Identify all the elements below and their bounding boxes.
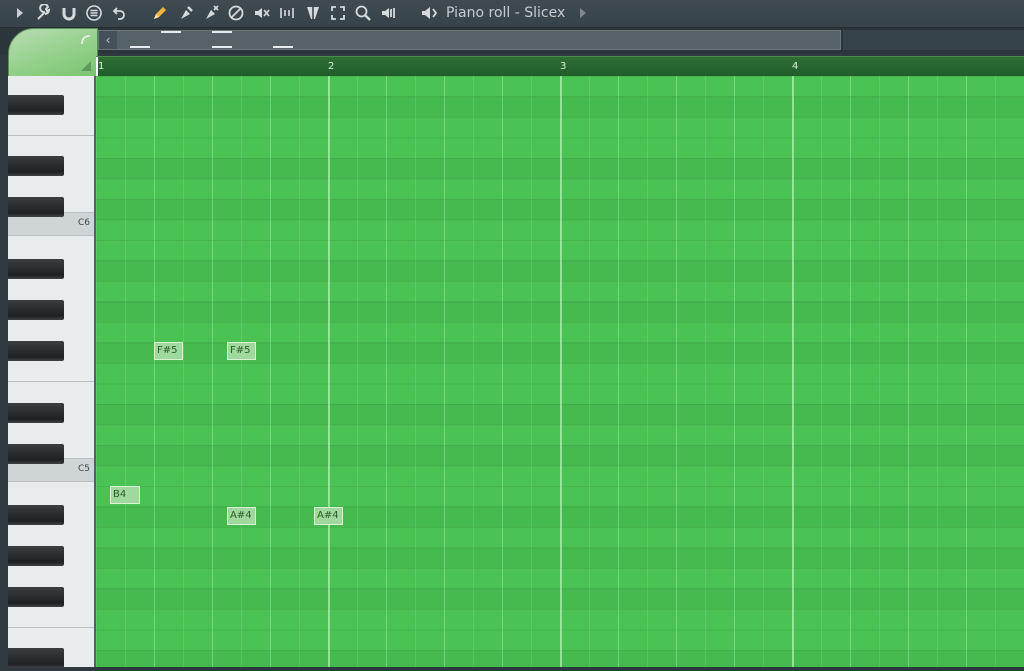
delete-brush-icon[interactable] — [201, 3, 221, 23]
note-grid[interactable]: F#5 F#5 B4 A#4 A#4 — [96, 76, 1024, 671]
black-key[interactable] — [8, 259, 64, 279]
beat-line — [502, 76, 503, 667]
scroll-left-button[interactable]: ‹ — [99, 31, 117, 49]
paint-brush-icon[interactable] — [176, 3, 196, 23]
black-key[interactable] — [8, 587, 64, 607]
beat-line — [618, 76, 619, 667]
pencil-icon[interactable] — [150, 3, 170, 23]
black-key[interactable] — [8, 403, 64, 423]
white-key-divider — [8, 235, 94, 236]
bar-number: 4 — [792, 61, 799, 72]
title-menu-arrow-icon[interactable] — [580, 8, 586, 18]
play-arrow-icon[interactable] — [10, 3, 30, 23]
beat-line — [850, 76, 851, 667]
beat-line — [444, 76, 445, 667]
toolbar: Piano roll - Slicex — [0, 0, 1024, 28]
white-key-divider — [8, 381, 94, 382]
delete-icon[interactable] — [226, 3, 246, 23]
speaker-icon[interactable] — [419, 3, 439, 23]
beat-line — [386, 76, 387, 667]
playhead-marker[interactable] — [96, 57, 98, 76]
overview-note — [212, 46, 232, 48]
note[interactable]: B4 — [110, 486, 140, 504]
overview-strip-right — [843, 30, 1024, 50]
playback-icon[interactable] — [379, 3, 399, 23]
overview-note — [273, 46, 293, 48]
key-label-c6: C6 — [77, 218, 90, 228]
note[interactable]: F#5 — [227, 342, 256, 360]
beat-line — [734, 76, 735, 667]
overview-note — [161, 31, 181, 33]
black-key[interactable] — [8, 300, 64, 320]
bar-line — [328, 76, 330, 667]
beat-line — [154, 76, 155, 667]
note[interactable]: A#4 — [227, 507, 256, 525]
black-key[interactable] — [8, 156, 64, 176]
bar-number: 2 — [328, 61, 335, 72]
menu-icon[interactable] — [84, 3, 104, 23]
black-key[interactable] — [8, 546, 64, 566]
resize-triangle-icon[interactable] — [81, 61, 91, 71]
black-key[interactable] — [8, 505, 64, 525]
beat-line — [212, 76, 213, 667]
magnet-icon[interactable] — [59, 3, 79, 23]
piano-roll-corner-tab[interactable] — [8, 28, 98, 78]
stretch-icon[interactable] — [277, 3, 297, 23]
black-key[interactable] — [8, 197, 64, 217]
overview-note — [130, 46, 150, 48]
curve-icon — [81, 35, 91, 45]
overview-note — [212, 31, 232, 33]
key-label-c5: C5 — [77, 464, 90, 474]
window-title: Piano roll - Slicex — [446, 5, 566, 21]
black-key[interactable] — [8, 95, 64, 115]
piano-keyboard[interactable]: C6 C5 — [8, 76, 96, 668]
timeline-ruler[interactable]: 1 2 3 4 — [96, 56, 1024, 77]
mute-icon[interactable] — [252, 3, 272, 23]
white-key-divider — [8, 481, 94, 482]
beat-line — [966, 76, 967, 667]
beat-line — [908, 76, 909, 667]
wrench-icon[interactable] — [34, 3, 54, 23]
slice-icon[interactable] — [303, 3, 323, 23]
bar-number: 1 — [98, 61, 105, 72]
white-key-divider — [8, 627, 94, 628]
bar-line — [792, 76, 794, 667]
select-icon[interactable] — [328, 3, 348, 23]
black-key[interactable] — [8, 444, 64, 464]
black-key[interactable] — [8, 648, 64, 668]
beat-line — [270, 76, 271, 667]
note[interactable]: A#4 — [314, 507, 343, 525]
bar-number: 3 — [560, 61, 567, 72]
note[interactable]: F#5 — [154, 342, 183, 360]
horizontal-scrollbar[interactable] — [98, 30, 841, 50]
white-key-divider — [8, 135, 94, 136]
undo-icon[interactable] — [110, 3, 130, 23]
beat-line — [676, 76, 677, 667]
black-key[interactable] — [8, 341, 64, 361]
bar-line — [560, 76, 562, 667]
zoom-icon[interactable] — [353, 3, 373, 23]
